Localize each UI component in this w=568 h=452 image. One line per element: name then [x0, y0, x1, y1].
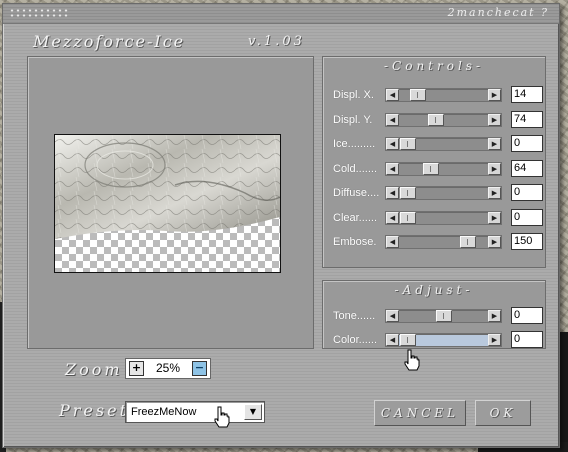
arrow-right-icon[interactable]: ▶ — [488, 211, 501, 224]
slider-track[interactable]: ◀ ▶ — [385, 309, 502, 323]
preview-image[interactable] — [54, 134, 281, 273]
arrow-left-icon[interactable]: ◀ — [386, 211, 399, 224]
slider-label: Embose. — [333, 236, 377, 248]
zoom-value: 25% — [155, 361, 181, 375]
preview-panel — [27, 56, 314, 349]
slider-label: Diffuse.... — [333, 187, 380, 199]
slider-track[interactable]: ◀ ▶ — [385, 210, 502, 225]
slider-track[interactable]: ◀ ▶ — [385, 88, 502, 102]
drag-grip[interactable] — [9, 8, 69, 19]
slider-value-input[interactable]: 0 — [511, 208, 543, 226]
plugin-window: 2manchecat ? Mezzoforce-Ice v.1.03 -Cont… — [2, 3, 560, 448]
slider-track[interactable]: ◀ ▶ — [385, 333, 502, 347]
slider-label: Cold....... — [333, 162, 378, 175]
chevron-down-icon[interactable]: ▼ — [244, 404, 262, 420]
hand-pointer-cursor-icon — [214, 406, 230, 428]
preset-dropdown[interactable]: FreezMeNow ▼ — [125, 401, 265, 423]
arrow-left-icon[interactable]: ◀ — [386, 138, 399, 150]
slider-thumb[interactable] — [409, 89, 426, 101]
arrow-right-icon[interactable]: ▶ — [488, 162, 501, 175]
slider-label: Color...... — [333, 334, 378, 346]
preset-value: FreezMeNow — [131, 406, 197, 418]
zoom-label: Zoom — [65, 360, 123, 379]
slider-thumb[interactable] — [422, 162, 439, 175]
slider-label: Clear...... — [333, 211, 378, 224]
slider-label: Displ. X. — [333, 89, 374, 101]
arrow-left-icon[interactable]: ◀ — [386, 334, 399, 346]
arrow-right-icon[interactable]: ▶ — [488, 138, 501, 150]
arrow-left-icon[interactable]: ◀ — [386, 89, 399, 101]
arrow-right-icon[interactable]: ▶ — [488, 334, 501, 346]
ice-texture-image — [55, 135, 280, 239]
cancel-button[interactable]: CANCEL — [374, 400, 466, 426]
controls-group: -Controls- Displ. X. ◀ ▶ 14 Displ. Y. ◀ ▶ 74 Ice… — [322, 56, 546, 268]
arrow-left-icon[interactable]: ◀ — [386, 236, 399, 248]
arrow-right-icon[interactable]: ▶ — [488, 236, 501, 248]
slider-value-input[interactable]: 150 — [511, 233, 543, 250]
arrow-right-icon[interactable]: ▶ — [488, 310, 501, 322]
slider-value-input[interactable]: 14 — [511, 86, 543, 103]
arrow-left-icon[interactable]: ◀ — [386, 187, 399, 199]
slider-track[interactable]: ◀ ▶ — [385, 112, 502, 127]
author-signature[interactable]: 2manchecat ? — [448, 6, 549, 19]
arrow-left-icon[interactable]: ◀ — [386, 162, 399, 175]
slider-label: Tone...... — [333, 310, 376, 322]
slider-thumb[interactable] — [428, 113, 445, 126]
slider-value-input[interactable]: 0 — [511, 331, 543, 348]
adjust-group: -Adjust- Tone...... ◀ ▶ 0 Color...... ◀ ▶ 0 — [322, 280, 546, 349]
slider-thumb[interactable] — [400, 211, 416, 224]
slider-label: Displ. Y. — [333, 113, 373, 126]
arrow-left-icon[interactable]: ◀ — [386, 310, 399, 322]
hand-pointer-cursor-icon — [404, 349, 420, 371]
arrow-right-icon[interactable]: ▶ — [488, 113, 501, 126]
arrow-right-icon[interactable]: ▶ — [488, 89, 501, 101]
slider-track[interactable]: ◀ ▶ — [385, 235, 502, 249]
slider-value-input[interactable]: 74 — [511, 110, 543, 128]
slider-value-input[interactable]: 0 — [511, 307, 543, 324]
slider-value-input[interactable]: 64 — [511, 159, 543, 177]
arrow-right-icon[interactable]: ▶ — [488, 187, 501, 199]
title-bar[interactable]: 2manchecat ? — [3, 4, 559, 24]
slider-value-input[interactable]: 0 — [511, 184, 543, 201]
slider-thumb[interactable] — [460, 236, 477, 248]
slider-value-input[interactable]: 0 — [511, 135, 543, 152]
slider-thumb[interactable] — [400, 334, 416, 346]
slider-track[interactable]: ◀ ▶ — [385, 186, 502, 200]
slider-thumb[interactable] — [400, 187, 416, 199]
preset-label: Preset — [59, 401, 129, 420]
zoom-control: + 25% − — [125, 358, 211, 379]
controls-title: -Controls- — [383, 59, 485, 73]
version-label: v.1.03 — [248, 34, 305, 49]
app-title: Mezzoforce-Ice — [33, 32, 186, 51]
zoom-out-button[interactable]: − — [192, 361, 207, 376]
zoom-in-button[interactable]: + — [129, 361, 144, 376]
arrow-left-icon[interactable]: ◀ — [386, 113, 399, 126]
adjust-title: -Adjust- — [394, 283, 474, 297]
slider-thumb[interactable] — [400, 138, 416, 150]
slider-track[interactable]: ◀ ▶ — [385, 161, 502, 176]
slider-label: Ice......... — [333, 138, 376, 150]
ok-button[interactable]: OK — [475, 400, 531, 426]
slider-thumb[interactable] — [435, 310, 452, 322]
slider-track[interactable]: ◀ ▶ — [385, 137, 502, 151]
